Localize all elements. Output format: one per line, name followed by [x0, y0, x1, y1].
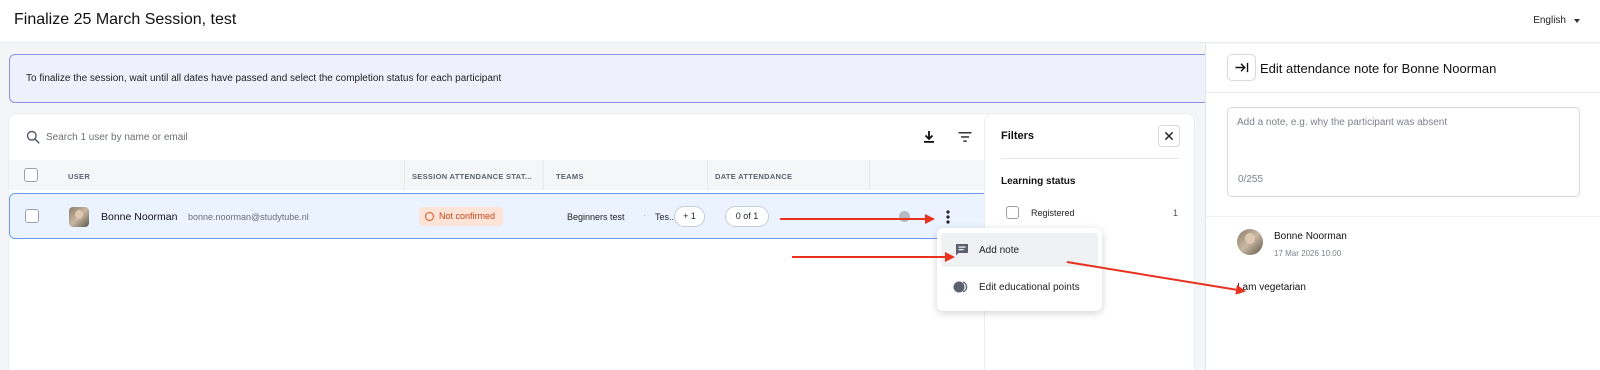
- table-header: USER SESSION ATTENDANCE STAT... TEAMS DA…: [9, 160, 994, 190]
- search-icon: [26, 130, 40, 144]
- menu-item-add-note[interactable]: Add note: [941, 233, 1098, 267]
- note-text: I am vegetarian: [1237, 282, 1306, 293]
- avatar: [69, 207, 89, 227]
- column-header-user[interactable]: USER: [68, 172, 90, 181]
- caret-down-icon: [1574, 18, 1580, 23]
- more-teams-chip[interactable]: + 1: [674, 206, 705, 227]
- date-attendance-chip[interactable]: 0 of 1: [725, 206, 769, 227]
- column-header-teams[interactable]: TEAMS: [556, 172, 584, 181]
- close-icon[interactable]: [1158, 125, 1180, 147]
- search-row: [9, 114, 994, 160]
- status-badge: Not confirmed: [419, 207, 504, 226]
- note-input[interactable]: [1237, 117, 1567, 167]
- filters-title: Filters: [1001, 130, 1035, 142]
- top-bar: Finalize 25 March Session, test English: [0, 0, 1600, 43]
- user-name: Bonne Noorman: [101, 211, 178, 223]
- status-dot-icon: [899, 211, 910, 222]
- more-vertical-icon[interactable]: [940, 207, 956, 227]
- filter-icon[interactable]: [957, 129, 973, 145]
- status-icon: [425, 212, 434, 221]
- toggle-icon: [953, 281, 968, 293]
- download-icon[interactable]: [921, 129, 937, 145]
- search-input[interactable]: [46, 128, 546, 146]
- status-label: Not confirmed: [439, 211, 496, 221]
- divider: [1206, 92, 1600, 93]
- info-banner: To finalize the session, wait until all …: [9, 54, 1219, 103]
- row-checkbox[interactable]: [25, 209, 39, 223]
- attendance-note-panel: Edit attendance note for Bonne Noorman 0…: [1205, 44, 1600, 370]
- note-timestamp: 17 Mar 2026 10:00: [1274, 249, 1342, 258]
- avatar: [1237, 229, 1263, 255]
- note-field[interactable]: 0/255: [1227, 107, 1580, 197]
- divider: [1001, 158, 1179, 159]
- row-context-menu: Add note Edit educational points: [937, 228, 1102, 311]
- user-email: bonne.noorman@studytube.nl: [188, 212, 309, 222]
- team-label: Beginners test: [567, 212, 625, 222]
- participants-table: USER SESSION ATTENDANCE STAT... TEAMS DA…: [9, 114, 994, 370]
- filter-option-count: 1: [1173, 208, 1179, 218]
- comment-icon: [956, 244, 968, 256]
- table-row[interactable]: Bonne Noorman bonne.noorman@studytube.nl…: [9, 193, 994, 239]
- page-title: Finalize 25 March Session, test: [14, 11, 237, 28]
- column-header-session-attendance[interactable]: SESSION ATTENDANCE STAT...: [412, 172, 532, 181]
- menu-item-label: Add note: [979, 245, 1020, 256]
- column-header-date-attendance[interactable]: DATE ATTENDANCE: [715, 172, 792, 181]
- menu-item-edit-educational-points[interactable]: Edit educational points: [941, 270, 1098, 304]
- collapse-panel-icon[interactable]: [1227, 54, 1256, 81]
- column-divider: [543, 160, 544, 190]
- note-author: Bonne Noorman: [1274, 231, 1347, 242]
- select-all-checkbox[interactable]: [24, 168, 38, 182]
- column-divider: [404, 160, 405, 190]
- panel-title: Edit attendance note for Bonne Noorman: [1260, 61, 1497, 76]
- menu-item-label: Edit educational points: [979, 282, 1080, 293]
- team-separator: ·: [643, 210, 646, 220]
- language-label: English: [1533, 15, 1566, 26]
- column-divider: [707, 160, 708, 190]
- column-divider: [869, 160, 870, 190]
- divider: [1206, 216, 1600, 217]
- language-selector[interactable]: English: [1533, 15, 1580, 26]
- registered-checkbox[interactable]: [1006, 206, 1019, 219]
- char-count: 0/255: [1238, 174, 1264, 185]
- filter-option-registered[interactable]: Registered: [1031, 208, 1075, 218]
- learning-status-heading: Learning status: [1001, 176, 1076, 187]
